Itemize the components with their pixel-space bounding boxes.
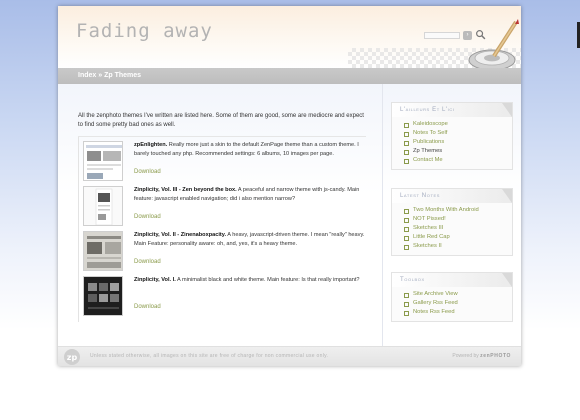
thumbnail-image [84, 277, 122, 315]
theme-thumbnail[interactable] [83, 276, 123, 316]
footer-note: Unless stated otherwise, all images on t… [90, 353, 329, 359]
sidebar-item-zp-themes[interactable]: Zp Themes [404, 147, 512, 156]
zp-logo-icon[interactable]: zp [60, 348, 84, 366]
breadcrumb-separator: » [96, 72, 105, 79]
site-footer: zp Unless stated otherwise, all images o… [58, 346, 521, 366]
thumbnail-image [84, 232, 122, 270]
download-link[interactable]: Download [134, 259, 161, 265]
theme-title: Zinplicity, Vol. I. [134, 277, 176, 283]
note-link[interactable]: Little Red Cap [404, 233, 512, 242]
sidebar-box-title: Toolbox [392, 273, 512, 287]
thumbnail-image [84, 142, 122, 180]
note-link[interactable]: Two Months With Android [404, 206, 512, 215]
site-title[interactable]: Fading away [76, 20, 213, 42]
site-header: Fading away › [58, 6, 521, 68]
zenphoto-link[interactable]: zenPHOTO [480, 353, 511, 359]
download-link[interactable]: Download [134, 214, 161, 220]
theme-description: Zinplicity, Vol. III - Zen beyond the bo… [134, 186, 366, 204]
theme-thumbnail[interactable] [83, 141, 123, 181]
list-item: Zinplicity, Vol. I. A minimalist black a… [78, 272, 366, 317]
sidebar-item-notes-to-self[interactable]: Notes To Self [404, 129, 512, 138]
theme-description: Zinplicity, Vol. I. A minimalist black a… [134, 276, 366, 285]
theme-description: Zinplicity, Vol. II - Zinenaboxpacity. A… [134, 231, 366, 249]
intro-text: All the zenphoto themes I've written are… [78, 113, 364, 128]
theme-title: zpEnlighten. [134, 142, 168, 148]
toolbox-list: Site Archive View Gallery Rss Feed Notes… [392, 287, 512, 321]
theme-description: zpEnlighten. Really more just a skin to … [134, 141, 366, 159]
powered-by: Powered by zenPHOTO [452, 353, 511, 359]
toolbox-link-gallery-rss[interactable]: Gallery Rss Feed [404, 299, 512, 308]
main-column: All the zenphoto themes I've written are… [78, 112, 366, 322]
thumbnail-image [84, 187, 122, 225]
latest-notes-list: Two Months With Android NOT Pissed! Sket… [392, 203, 512, 255]
sidebar-box-latest-notes: Latest Notes Two Months With Android NOT… [391, 188, 513, 256]
list-item: Zinplicity, Vol. III - Zen beyond the bo… [78, 182, 366, 227]
sidebar-box-title: Latest Notes [392, 189, 512, 203]
sidebar-nav-list: Kaleidoscope Notes To Self Publications … [392, 117, 512, 169]
theme-desc-text: Really more just a skin to the default Z… [134, 142, 359, 157]
toolbox-link-notes-rss[interactable]: Notes Rss Feed [404, 308, 512, 317]
note-link[interactable]: Sketches II [404, 242, 512, 251]
theme-thumbnail[interactable] [83, 231, 123, 271]
toolbox-link-archive[interactable]: Site Archive View [404, 290, 512, 299]
sidebar-item-contact-me[interactable]: Contact Me [404, 156, 512, 165]
sidebar-box-title: L'ailleurs Et L'ici [392, 103, 512, 117]
theme-thumbnail[interactable] [83, 186, 123, 226]
powered-by-prefix: Powered by [452, 353, 481, 359]
search-input[interactable] [424, 32, 460, 39]
sidebar-item-publications[interactable]: Publications [404, 138, 512, 147]
svg-text:zp: zp [67, 353, 78, 362]
sidebar-item-kaleidoscope[interactable]: Kaleidoscope [404, 120, 512, 129]
breadcrumb-current: Zp Themes [104, 72, 142, 79]
sidebar-box-navigation: L'ailleurs Et L'ici Kaleidoscope Notes T… [391, 102, 513, 170]
breadcrumb-index-link[interactable]: Index [78, 72, 96, 79]
theme-title: Zinplicity, Vol. II - Zinenaboxpacity. [134, 232, 226, 238]
breadcrumb: Index » Zp Themes [58, 68, 521, 84]
download-link[interactable]: Download [134, 169, 161, 175]
download-link[interactable]: Download [134, 304, 161, 310]
list-item: Zinplicity, Vol. II - Zinenaboxpacity. A… [78, 227, 366, 272]
theme-list: zpEnlighten. Really more just a skin to … [78, 136, 366, 317]
note-link[interactable]: Sketches III [404, 224, 512, 233]
pencil-tape-icon [468, 19, 519, 68]
content-area: All the zenphoto themes I've written are… [58, 84, 521, 346]
page-container: Fading away › Index » Zp Themes All the … [58, 6, 521, 366]
theme-desc-text: A minimalist black and white theme. Main… [175, 277, 360, 283]
list-item: zpEnlighten. Really more just a skin to … [78, 137, 366, 182]
note-link[interactable]: NOT Pissed! [404, 215, 512, 224]
theme-title: Zinplicity, Vol. III - Zen beyond the bo… [134, 187, 237, 193]
sidebar-box-toolbox: Toolbox Site Archive View Gallery Rss Fe… [391, 272, 513, 322]
sidebar: L'ailleurs Et L'ici Kaleidoscope Notes T… [382, 84, 521, 346]
